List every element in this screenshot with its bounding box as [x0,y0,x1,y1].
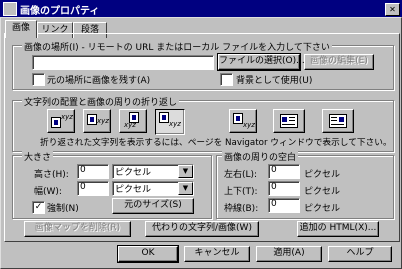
cancel-label: キャンセル [194,248,240,258]
keep-original-label: 元の場所に画像を残す(A) [47,76,151,86]
border-input[interactable]: 0 [268,198,300,213]
border-unit: ピクセル [304,204,341,214]
alignment-label: 文字列の配置と画像の周りの折り返し [22,95,180,108]
align-bottom-baseline-image-icon [233,113,243,124]
help-button[interactable]: ヘルプ [328,246,392,262]
ok-label: OK [141,248,155,258]
extra-html-label: 追加の HTML(X)... [299,223,377,233]
close-icon[interactable]: ✕ [385,3,400,16]
align-bottom-button[interactable]: xyz [155,109,185,135]
height-input[interactable]: 0 [77,164,109,179]
height-unit-select[interactable]: ピクセル ▼ [112,164,194,179]
top-bottom-unit: ピクセル [304,187,341,197]
height-value: 0 [80,165,86,175]
wrap-left-button[interactable] [273,109,305,133]
width-unit-value: ピクセル [115,185,152,195]
top-bottom-label: 上下(T): [224,187,258,197]
border-label: 枠線(B): [224,204,259,214]
size-label: 大きさ [22,150,54,163]
extra-html-button[interactable]: 追加の HTML(X)... [297,221,379,237]
wrap-right-icon [329,114,347,128]
keep-original-checkbox[interactable] [32,73,45,86]
chevron-down-icon[interactable]: ▼ [178,182,193,195]
image-url-input[interactable] [32,55,214,70]
align-top-button[interactable]: xyz [47,109,75,133]
align-top-text: xyz [61,113,73,121]
align-center-button[interactable]: xyz [83,109,111,133]
title-bar[interactable]: 画像のプロパティ ✕ [0,0,402,17]
width-unit-select[interactable]: ピクセル ▼ [112,181,194,196]
ok-button[interactable]: OK [117,245,179,263]
align-bottom-image-icon [159,112,169,123]
original-size-label: 元のサイズ(S) [124,200,182,210]
tab-image-label: 画像 [11,23,30,33]
alt-text-label: 代わりの文字列/画像(W) [152,223,252,233]
align-bottom-baseline-text: xyz [243,121,255,129]
apply-label: 適用(A) [273,248,305,258]
tab-image[interactable]: 画像 [5,20,37,38]
top-bottom-value: 0 [271,182,277,192]
constrain-checkbox[interactable]: ✓ [32,201,45,214]
choose-file-label: ファイルの選択(O)... [219,56,305,66]
use-as-background-label: 背景として使用(U) [236,76,313,86]
choose-file-button[interactable]: ファイルの選択(O)... [217,53,305,71]
width-label: 幅(W): [34,187,62,197]
height-label: 高さ(H): [34,170,69,180]
align-bottom-baseline-button[interactable]: xyz [229,109,257,133]
cancel-button[interactable]: キャンセル [184,246,250,262]
left-right-input[interactable]: 0 [268,164,300,179]
align-bottom-text: xyz [169,120,181,128]
wrap-note: 折り返された文字列を表示するには、ページを Navigator ウィンドウで表示… [40,138,392,148]
original-size-button[interactable]: 元のサイズ(S) [112,198,194,214]
apply-button[interactable]: 適用(A) [256,246,322,262]
height-unit-value: ピクセル [115,168,152,178]
left-right-unit: ピクセル [304,170,341,180]
remove-image-map-label: 画像マップを削除(R) [34,223,121,233]
remove-image-map-button[interactable]: 画像マップを削除(R) [24,221,131,237]
chevron-down-icon[interactable]: ▼ [178,165,193,178]
wrap-right-button[interactable] [322,109,354,133]
align-top-image-icon [51,117,61,128]
align-center-baseline-button[interactable]: xyz [119,109,147,133]
align-center-baseline-text: xyz [124,121,136,129]
help-label: ヘルプ [346,248,374,258]
edit-image-button[interactable]: 画像の編集(E) [304,54,374,70]
spacing-label: 画像の周りの空白 [222,150,299,163]
constrain-label: 強制(N) [47,204,79,214]
width-input[interactable]: 0 [77,181,109,196]
app-icon [3,2,17,16]
use-as-background-checkbox[interactable] [220,73,233,86]
edit-image-label: 画像の編集(E) [310,56,368,66]
left-right-label: 左右(L): [224,170,258,180]
image-location-label: 画像の場所(I) - リモートの URL またはローカル ファイルを入力して下さ… [22,40,332,53]
left-right-value: 0 [271,165,277,175]
wrap-left-icon [280,114,298,128]
align-center-text: xyz [97,117,109,125]
border-value: 0 [271,199,277,209]
top-bottom-input[interactable]: 0 [268,181,300,196]
alt-text-button[interactable]: 代わりの文字列/画像(W) [145,221,259,237]
align-center-image-icon [87,114,97,125]
width-value: 0 [80,182,86,192]
window-title: 画像のプロパティ [20,6,100,17]
